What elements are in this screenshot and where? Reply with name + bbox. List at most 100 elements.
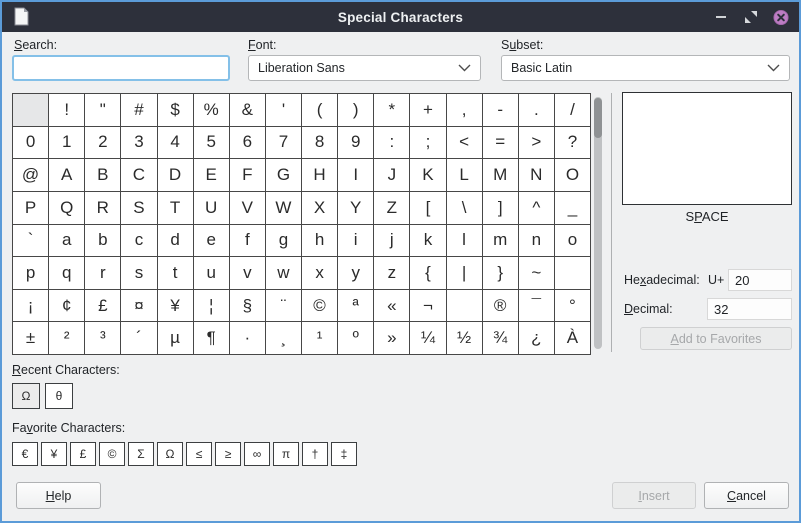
char-cell[interactable]: k bbox=[410, 225, 446, 258]
char-cell[interactable]: } bbox=[483, 257, 519, 290]
char-cell[interactable]: z bbox=[374, 257, 410, 290]
cancel-button[interactable]: Cancel bbox=[704, 482, 789, 509]
char-cell[interactable]: ± bbox=[13, 322, 49, 355]
char-cell[interactable]: 5 bbox=[194, 127, 230, 160]
char-cell[interactable]: - bbox=[483, 94, 519, 127]
char-cell[interactable]: d bbox=[158, 225, 194, 258]
char-cell[interactable]: Z bbox=[374, 192, 410, 225]
char-cell[interactable]: s bbox=[121, 257, 157, 290]
char-cell[interactable]: 4 bbox=[158, 127, 194, 160]
char-cell[interactable]: < bbox=[447, 127, 483, 160]
hexadecimal-input[interactable] bbox=[728, 269, 792, 291]
favorite-char-cell[interactable]: © bbox=[99, 442, 125, 466]
favorite-char-cell[interactable]: ‡ bbox=[331, 442, 357, 466]
char-cell[interactable]: J bbox=[374, 159, 410, 192]
char-cell[interactable]: n bbox=[519, 225, 555, 258]
char-cell[interactable]: u bbox=[194, 257, 230, 290]
decimal-input[interactable] bbox=[707, 298, 792, 320]
char-cell[interactable]: ) bbox=[338, 94, 374, 127]
favorite-char-cell[interactable]: ∞ bbox=[244, 442, 270, 466]
char-cell[interactable]: ? bbox=[555, 127, 591, 160]
char-cell[interactable]: ~ bbox=[519, 257, 555, 290]
char-cell[interactable]: 6 bbox=[230, 127, 266, 160]
char-cell[interactable]: G bbox=[266, 159, 302, 192]
char-cell[interactable]: . bbox=[519, 94, 555, 127]
char-cell[interactable]: E bbox=[194, 159, 230, 192]
char-cell[interactable]: i bbox=[338, 225, 374, 258]
char-cell[interactable]: § bbox=[230, 290, 266, 323]
char-cell[interactable]: S bbox=[121, 192, 157, 225]
maximize-button[interactable] bbox=[743, 9, 759, 25]
char-cell[interactable]: { bbox=[410, 257, 446, 290]
char-cell[interactable]: v bbox=[230, 257, 266, 290]
char-cell[interactable]: M bbox=[483, 159, 519, 192]
char-cell[interactable]: b bbox=[85, 225, 121, 258]
char-cell[interactable]: H bbox=[302, 159, 338, 192]
insert-button[interactable]: Insert bbox=[612, 482, 696, 509]
char-cell[interactable]: q bbox=[49, 257, 85, 290]
font-select[interactable]: Liberation Sans bbox=[248, 55, 481, 81]
help-button[interactable]: Help bbox=[16, 482, 101, 509]
char-cell[interactable]: % bbox=[194, 94, 230, 127]
char-cell[interactable]: x bbox=[302, 257, 338, 290]
char-cell[interactable]: $ bbox=[158, 94, 194, 127]
char-cell[interactable] bbox=[447, 290, 483, 323]
char-cell[interactable]: ¨ bbox=[266, 290, 302, 323]
char-cell[interactable]: O bbox=[555, 159, 591, 192]
char-cell[interactable]: * bbox=[374, 94, 410, 127]
char-cell[interactable]: = bbox=[483, 127, 519, 160]
char-cell[interactable]: , bbox=[447, 94, 483, 127]
char-cell[interactable]: ´ bbox=[121, 322, 157, 355]
close-button[interactable] bbox=[773, 9, 789, 25]
search-input[interactable] bbox=[12, 55, 230, 81]
char-cell[interactable]: ¸ bbox=[266, 322, 302, 355]
char-cell[interactable]: ° bbox=[555, 290, 591, 323]
char-cell[interactable]: B bbox=[85, 159, 121, 192]
char-cell[interactable]: ¶ bbox=[194, 322, 230, 355]
char-cell[interactable]: j bbox=[374, 225, 410, 258]
char-cell[interactable]: ¡ bbox=[13, 290, 49, 323]
char-cell[interactable]: m bbox=[483, 225, 519, 258]
favorite-char-cell[interactable]: † bbox=[302, 442, 328, 466]
char-cell[interactable]: ¥ bbox=[158, 290, 194, 323]
char-cell[interactable]: / bbox=[555, 94, 591, 127]
char-cell[interactable]: K bbox=[410, 159, 446, 192]
char-cell[interactable]: # bbox=[121, 94, 157, 127]
char-cell[interactable]: ¼ bbox=[410, 322, 446, 355]
favorite-char-cell[interactable]: Σ bbox=[128, 442, 154, 466]
char-cell[interactable]: W bbox=[266, 192, 302, 225]
char-cell[interactable]: & bbox=[230, 94, 266, 127]
char-cell[interactable]: @ bbox=[13, 159, 49, 192]
favorite-char-cell[interactable]: ¥ bbox=[41, 442, 67, 466]
char-cell[interactable]: \ bbox=[447, 192, 483, 225]
char-cell[interactable]: Q bbox=[49, 192, 85, 225]
favorite-char-cell[interactable]: ≥ bbox=[215, 442, 241, 466]
char-cell[interactable]: U bbox=[194, 192, 230, 225]
char-cell[interactable]: _ bbox=[555, 192, 591, 225]
subset-select[interactable]: Basic Latin bbox=[501, 55, 790, 81]
char-cell[interactable]: « bbox=[374, 290, 410, 323]
favorite-char-cell[interactable]: ≤ bbox=[186, 442, 212, 466]
char-cell[interactable]: h bbox=[302, 225, 338, 258]
char-cell[interactable]: ½ bbox=[447, 322, 483, 355]
char-cell[interactable]: ; bbox=[410, 127, 446, 160]
char-cell[interactable]: ¯ bbox=[519, 290, 555, 323]
char-cell[interactable]: 0 bbox=[13, 127, 49, 160]
char-cell[interactable]: ` bbox=[13, 225, 49, 258]
char-cell[interactable]: ¬ bbox=[410, 290, 446, 323]
recent-char-cell[interactable]: Ω bbox=[12, 383, 40, 409]
char-cell[interactable]: 8 bbox=[302, 127, 338, 160]
char-cell[interactable]: l bbox=[447, 225, 483, 258]
favorite-char-cell[interactable]: £ bbox=[70, 442, 96, 466]
char-cell[interactable]: C bbox=[121, 159, 157, 192]
char-cell[interactable]: · bbox=[230, 322, 266, 355]
char-cell[interactable]: L bbox=[447, 159, 483, 192]
char-cell[interactable]: ² bbox=[49, 322, 85, 355]
char-cell[interactable]: ' bbox=[266, 94, 302, 127]
char-cell[interactable]: " bbox=[85, 94, 121, 127]
favorite-char-cell[interactable]: Ω bbox=[157, 442, 183, 466]
char-cell[interactable]: e bbox=[194, 225, 230, 258]
char-cell[interactable]: P bbox=[13, 192, 49, 225]
char-cell[interactable]: I bbox=[338, 159, 374, 192]
char-cell[interactable]: ^ bbox=[519, 192, 555, 225]
